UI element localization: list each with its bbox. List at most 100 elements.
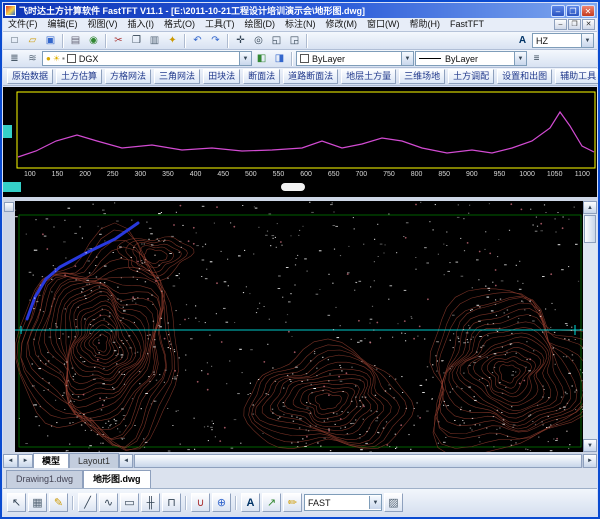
menu-edit[interactable]: 编辑(E) — [43, 18, 83, 31]
profile-hscroll-left-thumb[interactable] — [3, 182, 21, 192]
horizontal-scroll-thumb[interactable] — [134, 454, 582, 468]
undo-icon[interactable]: ↶ — [189, 33, 206, 49]
pan-icon[interactable]: ✛ — [232, 33, 249, 49]
mdi-restore-button[interactable]: ❐ — [568, 19, 581, 30]
section-icon[interactable]: ╫ — [141, 493, 160, 512]
scroll-down-icon[interactable]: ▼ — [583, 439, 597, 452]
plot-icon[interactable]: ▤ — [67, 33, 84, 49]
btn-road-section-method[interactable]: 道路断面法 — [283, 69, 338, 84]
profile-tick: 350 — [154, 169, 182, 181]
paste-icon[interactable]: ▥ — [146, 33, 163, 49]
lineweight-icon[interactable]: ≡ — [528, 51, 545, 67]
tab-layout1[interactable]: Layout1 — [69, 453, 119, 468]
grid-icon[interactable]: ▦ — [28, 493, 47, 512]
pointer-icon[interactable]: ↖ — [7, 493, 26, 512]
menu-draw[interactable]: 绘图(D) — [240, 18, 281, 31]
menu-view[interactable]: 视图(V) — [83, 18, 123, 31]
btn-stratum-earthwork[interactable]: 地层土方量 — [341, 69, 396, 84]
restore-button[interactable]: ❐ — [566, 5, 580, 17]
snap-icon[interactable]: ∪ — [191, 493, 210, 512]
btn-settings-output[interactable]: 设置和出图 — [497, 69, 552, 84]
zoom-realtime-icon[interactable]: ◎ — [250, 33, 267, 49]
tab-drawing1[interactable]: Drawing1.dwg — [6, 470, 83, 488]
menu-help[interactable]: 帮助(H) — [405, 18, 446, 31]
text-icon[interactable]: A — [241, 493, 260, 512]
text-style-icon[interactable]: A — [514, 33, 531, 49]
btn-auxiliary-tools[interactable]: 辅助工具 — [555, 69, 600, 84]
menu-fasttft[interactable]: FastTFT — [445, 18, 489, 31]
map-canvas[interactable] — [15, 201, 587, 452]
left-scroll-strip[interactable] — [3, 201, 15, 452]
close-button[interactable]: ✕ — [581, 5, 595, 17]
save-icon[interactable]: ▣ — [42, 33, 59, 49]
splitter-button[interactable] — [4, 202, 14, 212]
scroll-left-icon[interactable]: ◄ — [119, 454, 133, 468]
profile-hscrollbar[interactable] — [3, 181, 597, 194]
line-icon[interactable]: ╱ — [78, 493, 97, 512]
cut-icon[interactable]: ✂ — [110, 33, 127, 49]
layer-properties-icon[interactable]: ≣ — [6, 51, 23, 67]
linetype-select[interactable]: ByLayer ▼ — [415, 51, 527, 66]
btn-field-method[interactable]: 田块法 — [203, 69, 240, 84]
zoom-window-icon[interactable]: ◱ — [268, 33, 285, 49]
menu-window[interactable]: 窗口(W) — [362, 18, 405, 31]
tab-model[interactable]: 模型 — [33, 453, 69, 468]
profile-hscroll-thumb[interactable] — [281, 183, 305, 191]
btn-section-method[interactable]: 断面法 — [243, 69, 280, 84]
btn-earthwork-estimate[interactable]: 土方估算 — [56, 69, 102, 84]
profile-icon[interactable]: ⊓ — [162, 493, 181, 512]
scroll-right-icon[interactable]: ► — [583, 454, 597, 468]
menu-dimension[interactable]: 标注(N) — [280, 18, 321, 31]
btn-grid-method[interactable]: 方格网法 — [105, 69, 151, 84]
mdi-minimize-button[interactable]: – — [554, 19, 567, 30]
copy-icon[interactable]: ❐ — [128, 33, 145, 49]
menu-format[interactable]: 格式(O) — [159, 18, 200, 31]
mdi-close-button[interactable]: ✕ — [582, 19, 595, 30]
btn-raw-data[interactable]: 原始数据 — [7, 69, 53, 84]
chevron-down-icon[interactable]: ▼ — [514, 52, 526, 65]
horizontal-scrollbar[interactable]: ◄ ► — [119, 454, 597, 468]
vertical-scrollbar[interactable]: ▲ ▼ — [583, 201, 597, 452]
rectangle-icon[interactable]: ▭ — [120, 493, 139, 512]
open-file-icon[interactable]: ▱ — [24, 33, 41, 49]
menu-file[interactable]: 文件(F) — [3, 18, 43, 31]
profile-vscroll-thumb[interactable] — [3, 125, 12, 138]
menu-tools[interactable]: 工具(T) — [200, 18, 240, 31]
profile-tick: 500 — [237, 169, 265, 181]
chevron-down-icon[interactable]: ▼ — [369, 496, 381, 509]
menu-insert[interactable]: 插入(I) — [123, 18, 160, 31]
layer-states-icon[interactable]: ≋ — [24, 51, 41, 67]
btn-3d-site[interactable]: 三维场地 — [399, 69, 445, 84]
chevron-down-icon[interactable]: ▼ — [239, 52, 251, 65]
hatch-icon[interactable]: ▨ — [384, 493, 403, 512]
window-title: 飞时达土方计算软件 FastTFT V11.1 - [E:\2011-10-21… — [19, 4, 551, 17]
leader-icon[interactable]: ↗ — [262, 493, 281, 512]
menu-modify[interactable]: 修改(M) — [321, 18, 363, 31]
zoom-previous-icon[interactable]: ◲ — [286, 33, 303, 49]
fast-style-select[interactable]: FAST ▼ — [304, 494, 382, 511]
layer-previous-icon[interactable]: ◨ — [271, 51, 288, 67]
print-preview-icon[interactable]: ◉ — [85, 33, 102, 49]
profile-chart[interactable] — [16, 91, 596, 169]
vertical-scroll-thumb[interactable] — [584, 215, 596, 243]
sketch-icon[interactable]: ✎ — [49, 493, 68, 512]
tab-nav-right-icon[interactable]: ► — [18, 454, 33, 468]
btn-earthwork-allocation[interactable]: 土方调配 — [448, 69, 494, 84]
btn-tin-method[interactable]: 三角网法 — [154, 69, 200, 84]
color-select[interactable]: ByLayer ▼ — [296, 51, 414, 66]
polyline-icon[interactable]: ∿ — [99, 493, 118, 512]
new-file-icon[interactable]: □ — [6, 33, 23, 49]
tab-terrain-dwg[interactable]: 地形图.dwg — [83, 470, 151, 488]
circle-plus-icon[interactable]: ⊕ — [212, 493, 231, 512]
layer-select[interactable]: ● ☀ ▪ DGX ▼ — [42, 51, 252, 66]
text-style-select[interactable]: HZ ▼ — [532, 33, 594, 48]
scroll-up-icon[interactable]: ▲ — [583, 201, 597, 214]
minimize-button[interactable]: – — [551, 5, 565, 17]
make-object-layer-icon[interactable]: ◧ — [253, 51, 270, 67]
chevron-down-icon[interactable]: ▼ — [581, 34, 593, 47]
tab-nav-left-icon[interactable]: ◄ — [3, 454, 18, 468]
redo-icon[interactable]: ↷ — [207, 33, 224, 49]
match-properties-icon[interactable]: ✦ — [164, 33, 181, 49]
pencil-icon[interactable]: ✏ — [283, 493, 302, 512]
chevron-down-icon[interactable]: ▼ — [401, 52, 413, 65]
